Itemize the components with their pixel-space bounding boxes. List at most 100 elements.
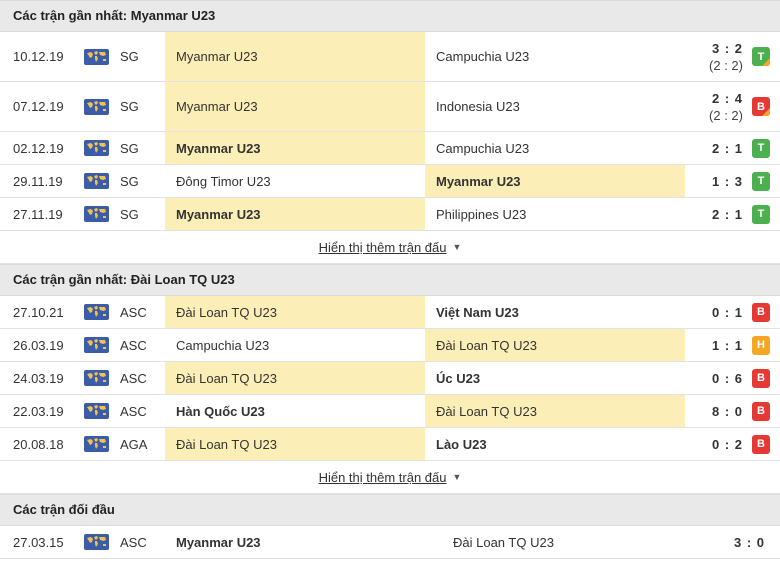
competition-code: ASC [120,403,147,419]
score-halftime: (2 : 2) [709,107,743,123]
match-row[interactable]: 29.11.19 SG Đông Timor U23 Myanmar U23 1 : … [0,165,780,198]
score-main: 2 : 4 [711,90,743,106]
odds-corner-icon [762,108,770,116]
competition-code: AGA [120,436,148,452]
home-team[interactable]: Myanmar U23 [165,82,425,131]
match-row[interactable]: 22.03.19 ASC Hàn Quốc U23 Đài Loan TQ U23 8… [0,395,780,428]
competition-code: SG [120,140,139,156]
flag-cell [84,526,110,558]
away-team[interactable]: Đài Loan TQ U23 [425,395,685,427]
match-date: 27.10.21 [13,304,64,320]
score-cell: 0 : 1 [685,296,743,328]
result-letter: B [757,306,765,318]
result-badge: B [752,302,770,322]
score-main: 0 : 1 [711,304,743,320]
caret-down-icon[interactable]: ▼ [452,472,461,482]
away-team[interactable]: Úc U23 [425,362,685,394]
flag-cell [84,82,110,131]
home-team[interactable]: Đông Timor U23 [165,165,425,197]
h2h-row[interactable]: 27.03.15 ASC Myanmar U23 Đài Loan TQ U23 3 … [0,526,780,559]
result-badge: B [752,368,770,388]
home-team[interactable]: Myanmar U23 [165,198,425,230]
competition-code: SG [120,173,139,189]
away-team[interactable]: Lào U23 [425,428,685,460]
flag-cell [84,362,110,394]
home-team[interactable]: Myanmar U23 [165,32,425,81]
match-row[interactable]: 07.12.19 SG Myanmar U23 Indonesia U23 2 : 4… [0,82,780,132]
result-badge: T [752,138,770,158]
match-row[interactable]: 26.03.19 ASC Campuchia U23 Đài Loan TQ U23… [0,329,780,362]
section-title: Các trận đối đầu [0,494,780,526]
away-team[interactable]: Việt Nam U23 [425,296,685,328]
home-team[interactable]: Hàn Quốc U23 [165,395,425,427]
away-team[interactable]: Campuchia U23 [425,132,685,164]
result-cell: T [752,198,770,230]
world-map-flag-icon [84,304,109,320]
show-more-row: Hiển thị thêm trận đấu ▼ [0,461,780,494]
home-team[interactable]: Myanmar U23 [165,526,435,558]
score-main: 0 : 6 [711,370,743,386]
match-date: 24.03.19 [13,370,64,386]
match-row[interactable]: 24.03.19 ASC Đài Loan TQ U23 Úc U23 0 : 6 B [0,362,780,395]
match-date: 07.12.19 [13,99,64,114]
away-team[interactable]: Myanmar U23 [425,165,685,197]
result-cell: T [752,132,770,164]
score-main: 0 : 2 [711,436,743,452]
flag-cell [84,395,110,427]
world-map-flag-icon [84,98,109,115]
result-cell: T [752,32,770,81]
match-row[interactable]: 20.08.18 AGA Đài Loan TQ U23 Lào U23 0 : 2 B [0,428,780,461]
score-cell: 0 : 2 [685,428,743,460]
flag-cell [84,198,110,230]
match-date: 27.03.15 [13,534,64,550]
score-main: 3 : 0 [733,534,765,550]
result-letter: T [757,142,765,154]
result-badge: T [752,171,770,191]
match-row[interactable]: 10.12.19 SG Myanmar U23 Campuchia U23 3 : 2… [0,32,780,82]
competition-code: SG [120,99,139,114]
result-badge: H [752,335,770,355]
result-cell: T [752,165,770,197]
away-team[interactable]: Philippines U23 [425,198,685,230]
result-badge: B [752,401,770,421]
world-map-flag-icon [84,370,109,386]
result-letter: T [757,175,765,187]
away-team[interactable]: Đài Loan TQ U23 [425,329,685,361]
score-cell: 2 : 4 (2 : 2) [685,82,743,131]
score-cell: 1 : 1 [685,329,743,361]
flag-cell [84,132,110,164]
match-row[interactable]: 02.12.19 SG Myanmar U23 Campuchia U23 2 : 1… [0,132,780,165]
score-cell: 8 : 0 [685,395,743,427]
home-team[interactable]: Campuchia U23 [165,329,425,361]
home-team[interactable]: Đài Loan TQ U23 [165,296,425,328]
world-map-flag-icon [84,337,109,353]
competition-code: ASC [120,534,147,550]
home-team[interactable]: Đài Loan TQ U23 [165,362,425,394]
score-cell: 2 : 1 [685,198,743,230]
home-team[interactable]: Myanmar U23 [165,132,425,164]
flag-cell [84,428,110,460]
match-date: 29.11.19 [13,173,63,189]
match-date: 27.11.19 [13,206,63,222]
flag-cell [84,165,110,197]
section-title: Các trận gần nhất: Myanmar U23 [0,0,780,32]
home-team[interactable]: Đài Loan TQ U23 [165,428,425,460]
match-row[interactable]: 27.10.21 ASC Đài Loan TQ U23 Việt Nam U23 0… [0,296,780,329]
away-team[interactable]: Đài Loan TQ U23 [442,526,682,558]
result-badge: T [752,204,770,224]
flag-cell [84,296,110,328]
show-more-link[interactable]: Hiển thị thêm trận đấu [319,470,447,485]
away-team[interactable]: Indonesia U23 [425,82,685,131]
result-badge: B [752,97,770,116]
flag-cell [84,32,110,81]
away-team[interactable]: Campuchia U23 [425,32,685,81]
match-row[interactable]: 27.11.19 SG Myanmar U23 Philippines U23 2 :… [0,198,780,231]
competition-code: ASC [120,304,147,320]
show-more-link[interactable]: Hiển thị thêm trận đấu [319,240,447,255]
world-map-flag-icon [84,534,109,550]
match-date: 10.12.19 [13,49,64,64]
score-cell: 1 : 3 [685,165,743,197]
match-date: 02.12.19 [13,140,64,156]
caret-down-icon[interactable]: ▼ [452,242,461,252]
competition-code: ASC [120,370,147,386]
